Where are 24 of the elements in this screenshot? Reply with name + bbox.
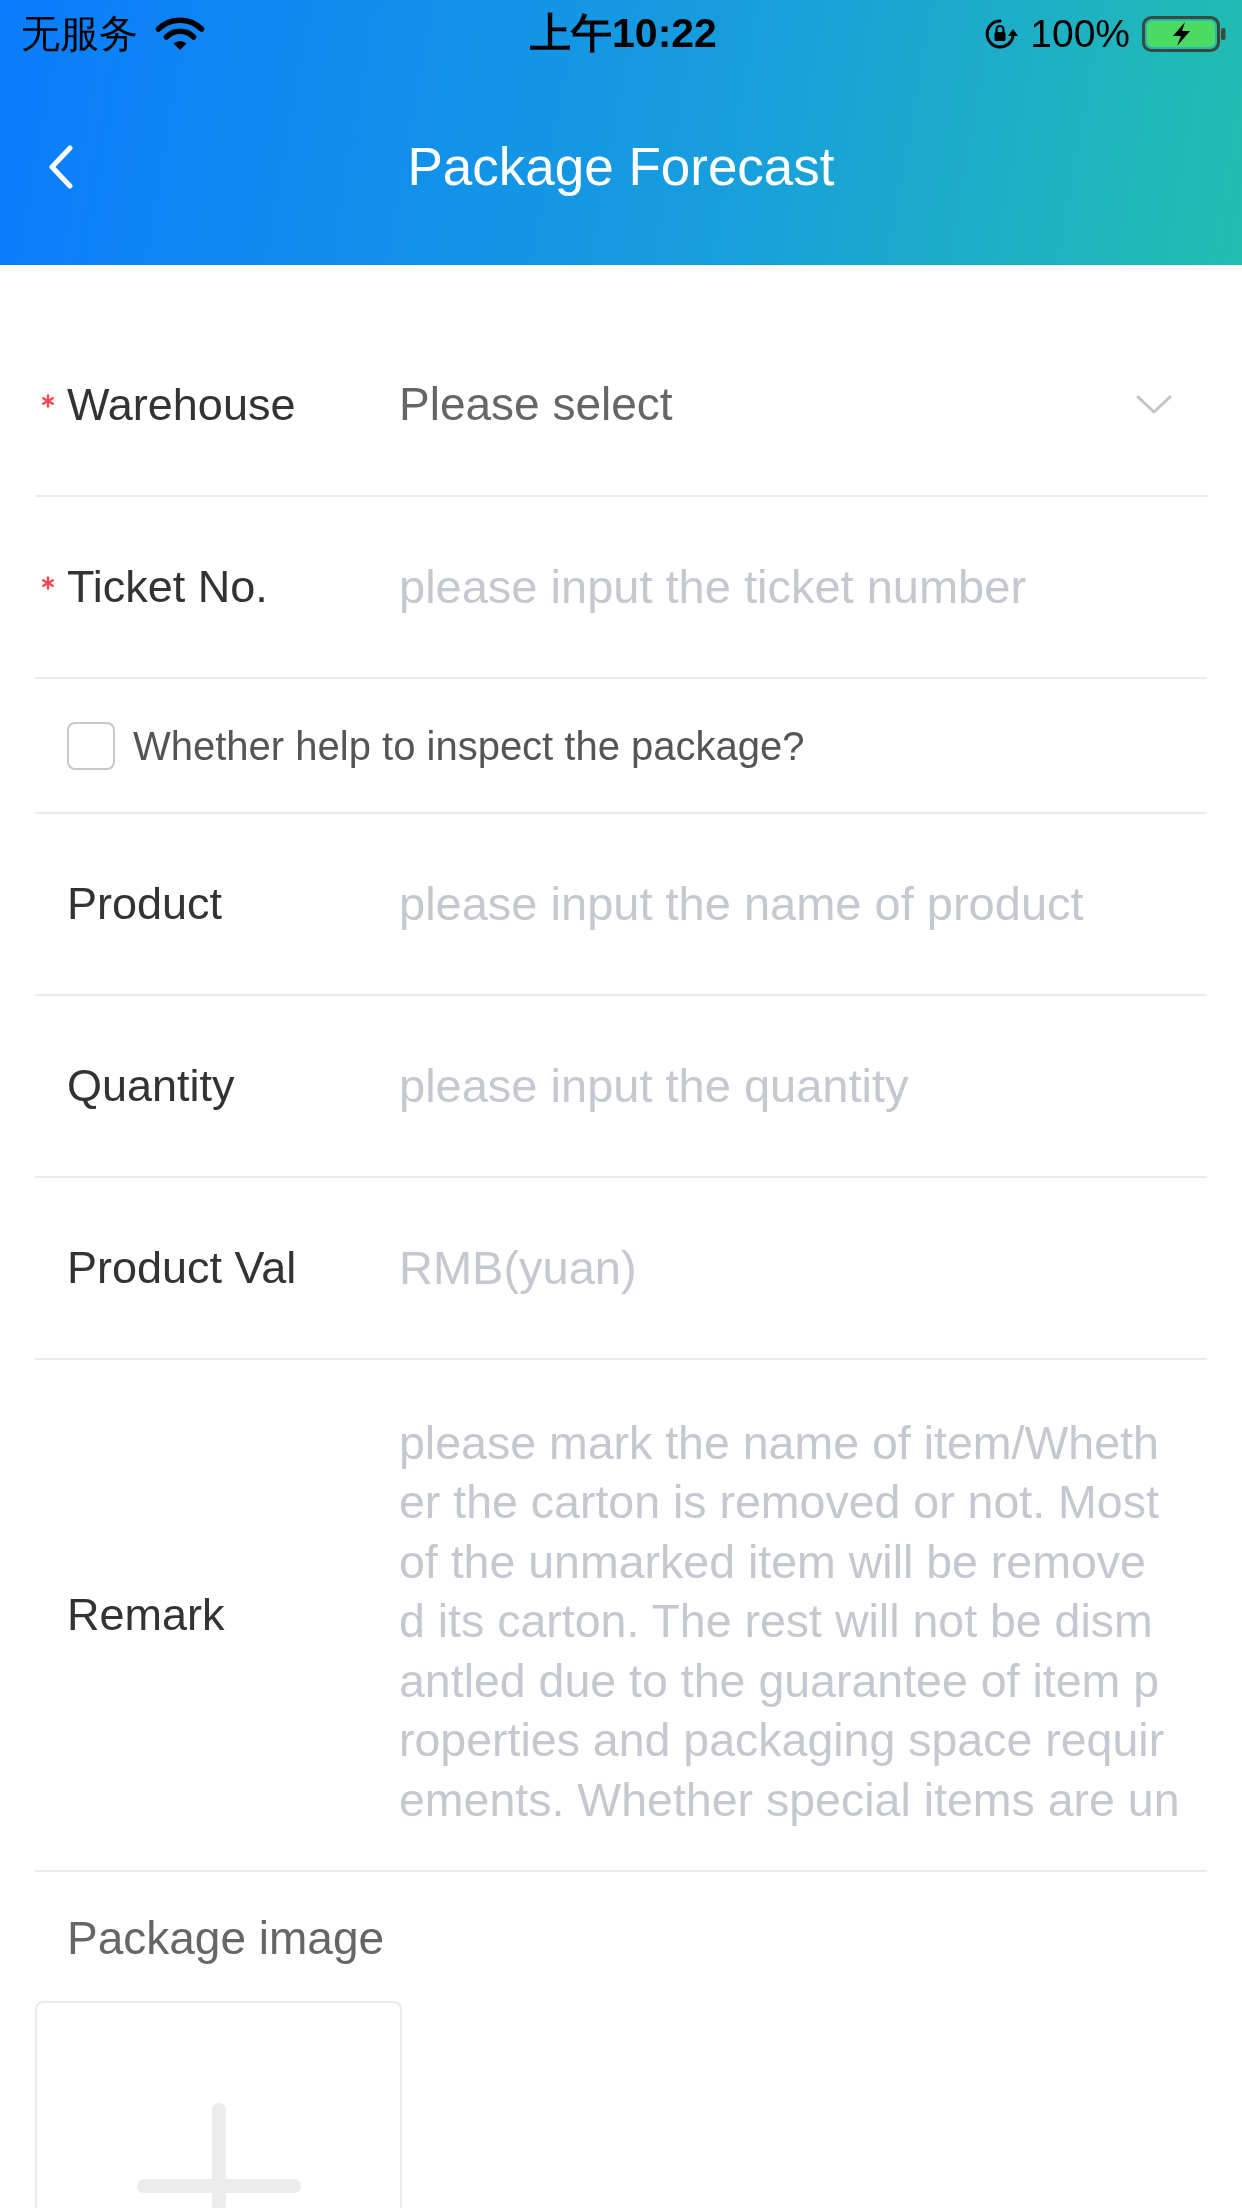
checkbox-label: Whether help to inspect the package? [133,722,805,770]
field-label: Product Val [67,1241,297,1295]
battery-charging-icon [1142,16,1226,52]
chevron-down-icon [1136,395,1172,415]
input-field[interactable]: please input the name of product [399,875,1207,933]
checkbox[interactable] [67,721,115,770]
field-label: Ticket No. [67,560,268,614]
select-field[interactable]: Please select [399,377,1207,433]
orientation-lock-icon [984,18,1019,50]
textarea-field[interactable]: please mark the name of item/Wheth er the carton is removed or not. Most of the unmarked item will be remove d its carton. The rest will not be dism antled due to the guarantee of item p roperties and packaging space requir ements. Whether special items are un [399,1414,1207,1830]
input-field[interactable]: please input the quantity [399,1057,1207,1115]
chevron-left-icon [48,144,74,189]
input-field[interactable]: RMB(yuan) [399,1239,1207,1297]
field-label: Product [67,877,223,931]
status-time: 上午10:22 [530,9,717,59]
battery-percent: 100% [1030,10,1130,57]
section-label: Package image [66,1911,385,1966]
wifi-icon [155,17,205,51]
page-title: Package Forecast [407,135,835,198]
field-label: Quantity [67,1059,235,1113]
input-field[interactable]: please input the ticket number [399,558,1207,616]
carrier-text: 无服务 [21,10,138,57]
field-label: Warehouse [67,378,296,432]
field-label: Remark [67,1588,225,1642]
